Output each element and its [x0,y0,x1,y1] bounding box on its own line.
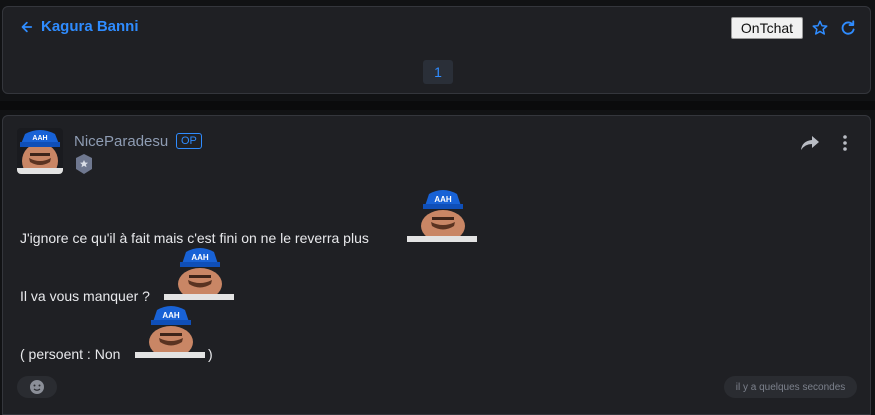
sticker-image: AAH [164,246,234,300]
arrow-left-icon [21,21,33,32]
post-line-1: J'ignore ce qu'il à fait mais c'est fini… [20,230,369,246]
more-vertical-icon[interactable] [839,134,851,152]
star-icon[interactable] [811,19,829,37]
ontchat-button[interactable]: OnTchat [731,17,803,39]
sticker-text: AAH [191,253,209,262]
post-line-2: Il va vous manquer ? [20,288,150,304]
topic-header: Kagura Banni OnTchat 1 [2,6,871,94]
post-line-4: ) [208,346,213,362]
back-link[interactable]: Kagura Banni [19,18,139,35]
op-badge: OP [176,133,202,149]
sticker-text: AAH [434,195,452,204]
sticker-image: AAH [135,304,205,358]
refresh-icon[interactable] [839,19,857,37]
page-number-button[interactable]: 1 [423,60,453,84]
post-card: AAH NiceParadesu OP J'ignore ce qu'il à … [2,115,871,415]
sticker-image: AAH [407,188,477,242]
share-icon[interactable] [800,135,820,151]
topic-title: Kagura Banni [41,18,139,35]
reaction-button[interactable] [17,376,57,398]
post-username[interactable]: NiceParadesu [74,133,168,150]
avatar[interactable]: AAH [17,128,63,174]
post-line-3: ( persoent : Non [20,346,121,362]
post-timestamp: il y a quelques secondes [724,376,857,398]
sticker-text: AAH [162,311,180,320]
emoji-icon [30,380,44,394]
avatar-hat-text: AAH [32,135,47,142]
section-divider [0,101,875,110]
shield-rank-icon [76,154,92,174]
